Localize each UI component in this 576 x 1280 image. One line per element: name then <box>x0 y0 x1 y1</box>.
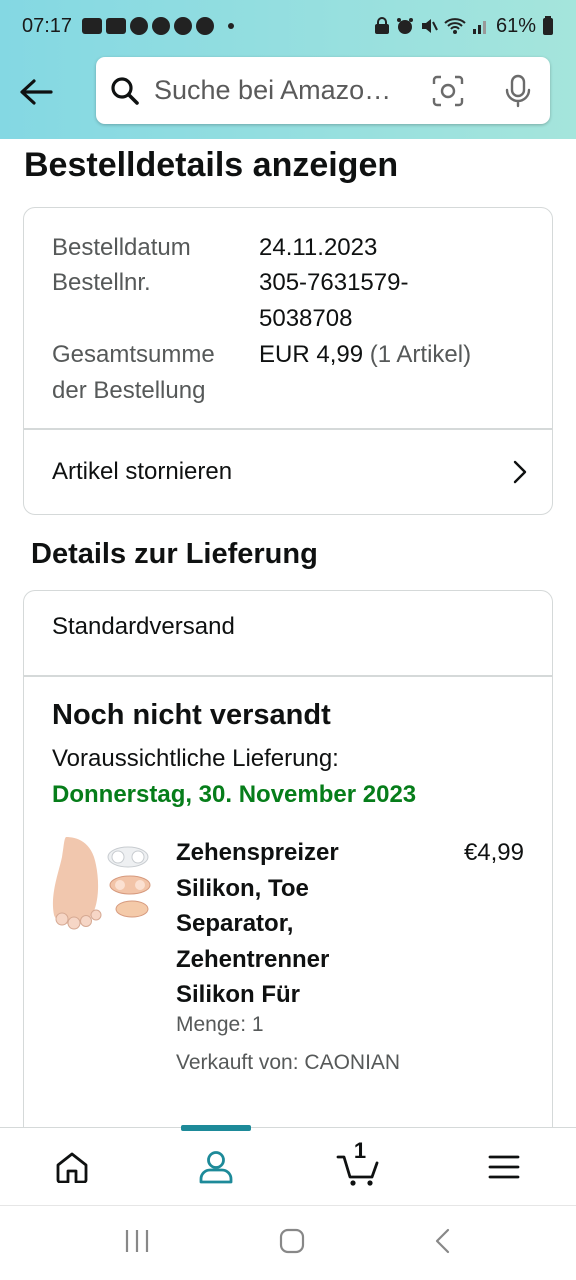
order-number-line2: 5038708 <box>259 305 353 332</box>
voice-search-button[interactable] <box>500 73 536 109</box>
cancel-items-row[interactable]: Artikel stornieren <box>24 429 552 515</box>
order-date-label: Bestelldatum <box>52 234 191 261</box>
order-total-label-line2: der Bestellung <box>52 377 206 404</box>
alarm-icon <box>396 18 413 34</box>
camera-search-button[interactable] <box>430 73 466 109</box>
product-name-line: Zehentrenner <box>176 945 330 973</box>
battery-percentage: 61% <box>495 14 536 37</box>
shipping-method: Standardversand <box>52 613 235 640</box>
home-button[interactable] <box>278 1227 306 1260</box>
product-seller: Verkauft von: CAONIAN <box>176 1051 401 1074</box>
system-back-button[interactable] <box>433 1227 453 1260</box>
order-date-value: 24.11.2023 <box>259 234 378 261</box>
active-tab-indicator <box>181 1125 251 1131</box>
product-image[interactable] <box>52 835 156 939</box>
shipment-status: Noch nicht versandt <box>52 699 331 731</box>
nav-account[interactable] <box>144 1125 288 1205</box>
order-number-label: Bestellnr. <box>52 269 151 296</box>
search-icon <box>111 76 139 105</box>
expected-delivery-label: Voraussichtliche Lieferung: <box>52 745 339 772</box>
cart-count-badge: 1 <box>353 1138 367 1163</box>
app-notification-icon <box>196 17 215 35</box>
status-bar: 07:17 61% <box>0 0 576 52</box>
delivery-card: Standardversand Noch nicht versandt Vora… <box>23 590 553 1150</box>
app-notification-icon <box>130 17 149 35</box>
battery-icon <box>543 16 553 35</box>
more-notifications-dot <box>228 23 235 29</box>
system-navigation-bar <box>0 1205 576 1280</box>
nav-menu[interactable] <box>432 1128 576 1205</box>
product-quantity: Menge: 1 <box>176 1013 264 1036</box>
cancel-items-label: Artikel stornieren <box>52 458 233 485</box>
product-price: €4,99 <box>463 839 524 866</box>
system-status-icons: 61% <box>374 15 554 38</box>
order-total-value: EUR 4,99 (1 Artikel) <box>259 337 471 373</box>
toe-separator-illustration <box>52 837 151 930</box>
app-notification-icon <box>152 17 171 35</box>
camera-scan-icon <box>432 75 464 106</box>
order-summary-card: Bestelldatum 24.11.2023 Bestellnr. 305-7… <box>23 207 553 515</box>
wifi-icon <box>444 18 466 34</box>
product-name-line: Zehenspreizer <box>176 839 339 866</box>
product-name-line: Separator, <box>176 910 294 937</box>
signal-icon <box>472 21 486 34</box>
order-number-line1: 305-7631579- <box>259 269 409 296</box>
microphone-icon <box>505 74 531 107</box>
chevron-left-icon <box>435 1228 449 1253</box>
status-time: 07:17 <box>22 14 73 37</box>
page-title: Bestelldetails anzeigen <box>24 146 399 184</box>
product-name[interactable]: Zehenspreizer Silikon, Toe Separator, Ze… <box>176 835 426 1013</box>
home-icon <box>56 1152 88 1183</box>
recent-apps-button[interactable] <box>123 1228 151 1259</box>
nav-home[interactable] <box>0 1128 144 1205</box>
delivery-section-title: Details zur Lieferung <box>31 538 318 570</box>
recent-apps-icon <box>126 1229 149 1252</box>
order-item-count: (1 Artikel) <box>369 341 472 368</box>
product-name-line: Silikon Für <box>176 981 301 1008</box>
expected-delivery-date: Donnerstag, 30. November 2023 <box>52 781 417 808</box>
back-button[interactable] <box>16 72 56 112</box>
bottom-navigation: 1 <box>0 1125 576 1205</box>
home-circle-icon <box>279 1228 305 1253</box>
app-notification-icon <box>174 17 193 35</box>
arrow-left-icon <box>20 79 53 105</box>
youtube-icon <box>82 18 103 34</box>
order-total-label-line1: Gesamtsumme <box>52 341 215 368</box>
order-total-amount: EUR 4,99 <box>259 341 364 368</box>
nav-cart[interactable]: 1 <box>288 1128 432 1205</box>
search-input[interactable]: Suche bei Amazo… <box>154 75 416 106</box>
mute-icon <box>421 19 438 33</box>
youtube-icon <box>106 18 127 34</box>
search-bar[interactable]: Suche bei Amazo… <box>96 57 550 124</box>
divider <box>24 675 552 677</box>
lock-icon <box>374 17 389 34</box>
product-name-line: Silikon, Toe <box>176 874 309 902</box>
account-icon <box>199 1150 233 1183</box>
menu-icon <box>488 1155 520 1178</box>
top-bar: 07:17 61% Suche bei Amazo… <box>0 0 576 139</box>
notification-icons <box>82 17 235 35</box>
chevron-right-icon <box>513 460 527 484</box>
